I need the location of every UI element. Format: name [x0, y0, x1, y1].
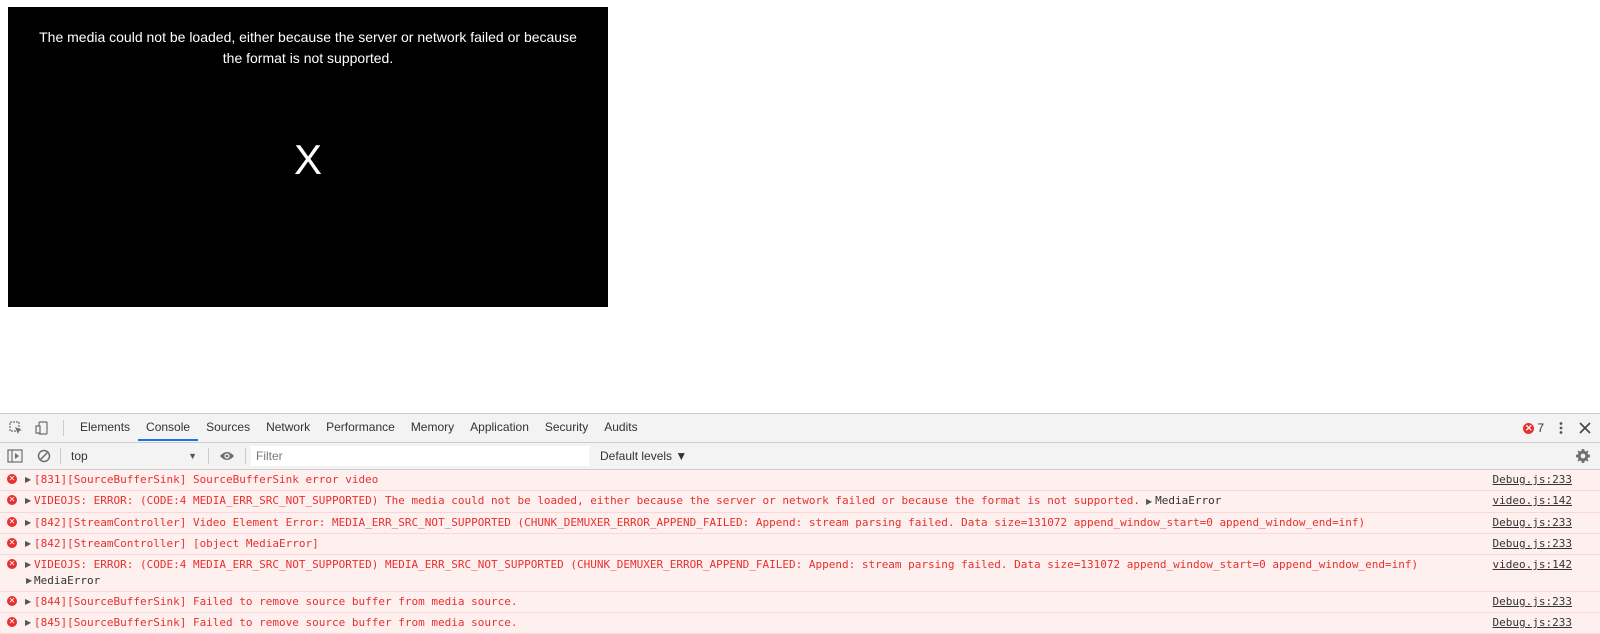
video-player[interactable]: The media could not be loaded, either be…: [8, 7, 608, 307]
expand-triangle-icon[interactable]: ▶: [25, 493, 31, 509]
message-object[interactable]: MediaError: [34, 574, 100, 587]
source-link[interactable]: video.js:142: [1493, 493, 1572, 509]
tab-performance[interactable]: Performance: [318, 414, 403, 441]
devtools-tabbar: Elements Console Sources Network Perform…: [0, 414, 1600, 443]
tab-console[interactable]: Console: [138, 414, 199, 441]
error-icon: ✕: [7, 517, 17, 527]
tab-security[interactable]: Security: [537, 414, 596, 441]
close-devtools-icon[interactable]: [1578, 421, 1592, 435]
tab-network[interactable]: Network: [258, 414, 318, 441]
devtools-tabs: Elements Console Sources Network Perform…: [72, 414, 646, 442]
error-icon: ✕: [7, 538, 17, 548]
tab-audits[interactable]: Audits: [596, 414, 645, 441]
source-link[interactable]: Debug.js:233: [1493, 615, 1572, 631]
tab-memory[interactable]: Memory: [403, 414, 462, 441]
message-text: [842][StreamController] [object MediaErr…: [34, 537, 319, 550]
console-error-row[interactable]: ✕ ▶ VIDEOJS: ERROR: (CODE:4 MEDIA_ERR_SR…: [0, 491, 1600, 513]
error-count-value: 7: [1537, 421, 1544, 435]
message-text: [844][SourceBufferSink] Failed to remove…: [34, 595, 518, 608]
context-selector-value: top: [71, 449, 88, 463]
chevron-down-icon: ▼: [188, 451, 197, 461]
console-error-row[interactable]: ✕ ▶ [844][SourceBufferSink] Failed to re…: [0, 592, 1600, 613]
live-expression-eye-icon[interactable]: [219, 447, 235, 465]
filter-input[interactable]: [251, 446, 589, 466]
player-error-close-icon[interactable]: X: [8, 135, 608, 185]
error-count-badge[interactable]: ✕ 7: [1523, 421, 1544, 435]
console-messages: ✕ ▶ [831][SourceBufferSink] SourceBuffer…: [0, 470, 1600, 634]
error-circle-icon: ✕: [1523, 422, 1535, 434]
console-sidebar-icon[interactable]: [7, 447, 23, 465]
devtools-panel: Elements Console Sources Network Perform…: [0, 413, 1600, 634]
console-error-row[interactable]: ✕ ▶ [831][SourceBufferSink] SourceBuffer…: [0, 470, 1600, 491]
console-error-row[interactable]: ✕ ▶ VIDEOJS: ERROR: (CODE:4 MEDIA_ERR_SR…: [0, 555, 1600, 592]
console-error-row[interactable]: ✕ ▶ [842][StreamController] Video Elemen…: [0, 513, 1600, 534]
inspect-element-icon[interactable]: [7, 419, 25, 437]
expand-triangle-icon[interactable]: ▶: [25, 472, 31, 488]
expand-triangle-icon[interactable]: ▶: [25, 615, 31, 631]
clear-console-icon[interactable]: [37, 447, 51, 465]
message-text: [845][SourceBufferSink] Failed to remove…: [34, 616, 518, 629]
context-selector[interactable]: top ▼: [66, 446, 201, 466]
source-link[interactable]: Debug.js:233: [1493, 536, 1572, 552]
console-error-row[interactable]: ✕ ▶ [842][StreamController] [object Medi…: [0, 534, 1600, 555]
tabbar-right: ✕ 7: [1523, 414, 1592, 442]
message-text: [842][StreamController] Video Element Er…: [34, 516, 1366, 529]
more-options-icon[interactable]: [1554, 421, 1568, 435]
message-text: VIDEOJS: ERROR: (CODE:4 MEDIA_ERR_SRC_NO…: [34, 558, 1419, 571]
error-icon: ✕: [7, 596, 17, 606]
object-expand-triangle-icon[interactable]: ▶: [26, 573, 32, 589]
error-icon: ✕: [7, 559, 17, 569]
source-link[interactable]: Debug.js:233: [1493, 472, 1572, 488]
tab-elements[interactable]: Elements: [72, 414, 138, 441]
console-settings-gear-icon[interactable]: [1575, 447, 1591, 465]
expand-triangle-icon[interactable]: ▶: [25, 557, 31, 573]
player-error-message: The media could not be loaded, either be…: [39, 29, 577, 66]
error-icon: ✕: [7, 474, 17, 484]
message-text: [831][SourceBufferSink] SourceBufferSink…: [34, 473, 379, 486]
message-object[interactable]: MediaError: [1155, 494, 1221, 507]
source-link[interactable]: video.js:142: [1493, 557, 1572, 573]
tab-sources[interactable]: Sources: [198, 414, 258, 441]
source-link[interactable]: Debug.js:233: [1493, 594, 1572, 610]
expand-triangle-icon[interactable]: ▶: [25, 515, 31, 531]
error-icon: ✕: [7, 617, 17, 627]
source-link[interactable]: Debug.js:233: [1493, 515, 1572, 531]
message-text: VIDEOJS: ERROR: (CODE:4 MEDIA_ERR_SRC_NO…: [34, 494, 1140, 507]
log-levels-dropdown[interactable]: Default levels ▼: [600, 446, 687, 466]
expand-triangle-icon[interactable]: ▶: [25, 536, 31, 552]
expand-triangle-icon[interactable]: ▶: [25, 594, 31, 610]
device-toolbar-icon[interactable]: [33, 419, 51, 437]
tab-application[interactable]: Application: [462, 414, 537, 441]
error-icon: ✕: [7, 495, 17, 505]
console-toolbar: top ▼ Default levels ▼: [0, 443, 1600, 470]
object-expand-triangle-icon[interactable]: ▶: [1146, 497, 1152, 506]
